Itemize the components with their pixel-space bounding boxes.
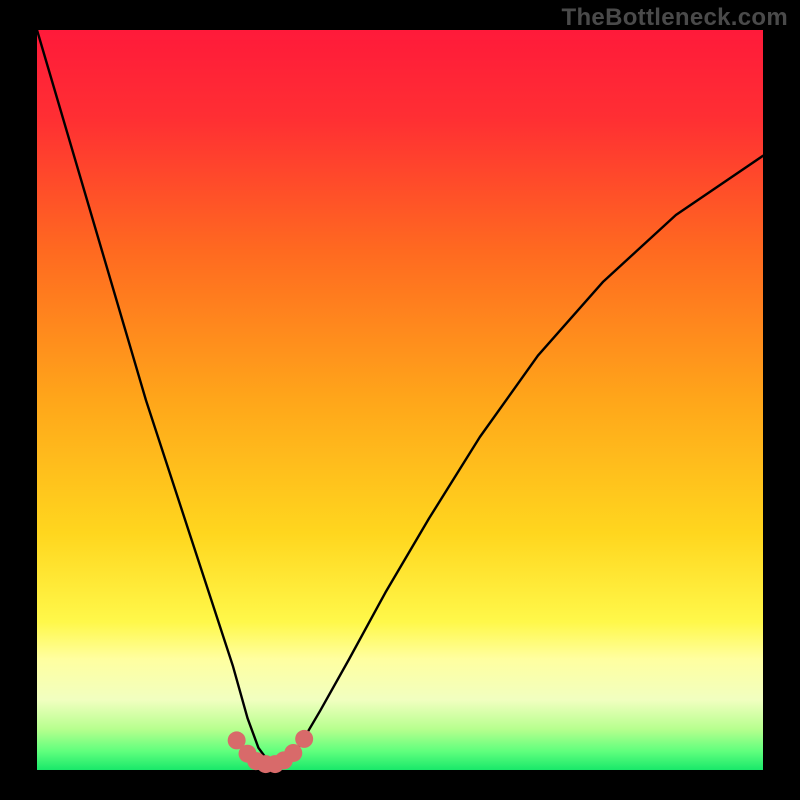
valley-marker [284, 744, 302, 762]
chart-frame: TheBottleneck.com [0, 0, 800, 800]
bottleneck-chart [0, 0, 800, 800]
valley-marker [295, 730, 313, 748]
watermark-text: TheBottleneck.com [562, 4, 788, 32]
